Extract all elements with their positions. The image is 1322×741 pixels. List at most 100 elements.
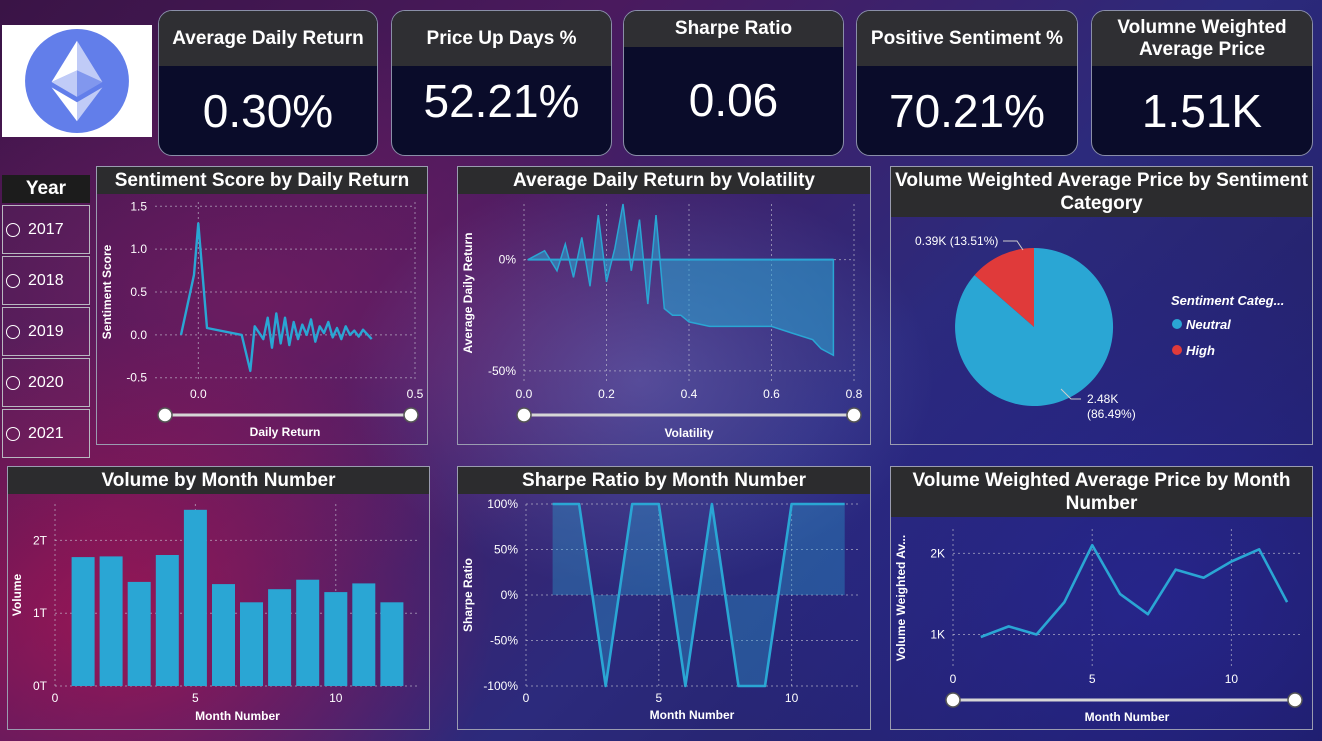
legend-marker-neutral: [1172, 319, 1182, 329]
range-slider-handle[interactable]: [516, 407, 532, 423]
panel-title: Volume Weighted Average Price by Sentime…: [891, 167, 1312, 217]
series-line: [179, 222, 373, 373]
slicer-item-label: 2020: [28, 373, 64, 391]
x-axis-title: Month Number: [1085, 710, 1170, 724]
x-axis-title: Daily Return: [250, 425, 321, 439]
range-slider-handle[interactable]: [403, 407, 419, 423]
bar-month-5: [183, 509, 207, 686]
x-tick-label: 0.0: [190, 387, 207, 401]
pie-data-label: (86.49%): [1087, 407, 1136, 421]
bar-month-11: [352, 583, 376, 686]
y-tick-label: 1.0: [130, 242, 147, 256]
volatility-chart-panel[interactable]: Average Daily Return by Volatility 0.0 0.…: [457, 166, 871, 445]
radio-icon[interactable]: [6, 375, 20, 390]
radio-icon[interactable]: [6, 324, 20, 339]
y-tick-label: -50%: [490, 634, 518, 648]
kpi-card-vwap[interactable]: Volumne Weighted Average Price 1.51K: [1091, 10, 1313, 156]
x-tick-label: 5: [655, 691, 662, 705]
slicer-item-2018[interactable]: 2018: [2, 256, 90, 305]
bar-month-9: [296, 579, 320, 686]
slicer-item-2021[interactable]: 2021: [2, 409, 90, 458]
x-tick-label: 5: [1089, 672, 1096, 686]
y-tick-label: 50%: [494, 543, 518, 557]
vwap-pie-chart: 0.39K (13.51%) 2.48K(86.49%) Sentiment Cat…: [915, 234, 1284, 421]
radio-icon[interactable]: [6, 222, 20, 237]
y-axis-title: Sentiment Score: [100, 244, 114, 339]
volatility-chart: 0.0 0.2 0.4 0.6 0.8 0% -50% Volatility Average D…: [461, 203, 863, 440]
y-tick-label: 1T: [33, 606, 48, 620]
slicer-item-2019[interactable]: 2019: [2, 307, 90, 356]
pie-data-label: 0.39K (13.51%): [915, 234, 998, 248]
bar-month-1: [71, 557, 95, 686]
x-tick-label: 0.6: [763, 387, 780, 401]
volume-chart-panel[interactable]: Volume by Month Number 0 5 10 2T 1T 0T Month N…: [7, 466, 430, 730]
bar-month-4: [155, 555, 179, 686]
kpi-title: Positive Sentiment %: [857, 11, 1077, 66]
bar-month-12: [380, 602, 404, 686]
sentiment-chart-panel[interactable]: Sentiment Score by Daily Return 0.0 0.5 1.…: [96, 166, 428, 445]
slicer-item-2017[interactable]: 2017: [2, 205, 90, 254]
kpi-card-price-up-days[interactable]: Price Up Days % 52.21%: [391, 10, 612, 156]
bar-month-8: [268, 589, 292, 686]
y-tick-label: -50%: [488, 364, 516, 378]
y-tick-label: 0.0: [130, 328, 147, 342]
sharpe-chart-panel[interactable]: Sharpe Ratio by Month Number 0 5 10 100% 50%…: [457, 466, 871, 730]
y-tick-label: 0%: [501, 588, 519, 602]
kpi-card-average-daily-return[interactable]: Average Daily Return 0.30%: [158, 10, 378, 156]
bar-month-7: [240, 602, 263, 686]
y-tick-label: 1.5: [130, 199, 147, 213]
x-tick-label: 0: [52, 691, 59, 705]
y-tick-label: 0%: [499, 253, 517, 267]
vwap-line-chart: 0 5 10 2K 1K Month Number Volume Weighted Av..…: [894, 529, 1303, 724]
panel-title: Sharpe Ratio by Month Number: [458, 467, 870, 494]
x-tick-label: 0.0: [516, 387, 533, 401]
panel-title: Sentiment Score by Daily Return: [97, 167, 427, 194]
kpi-title: Price Up Days %: [392, 11, 611, 66]
pie-data-label: 2.48K: [1087, 392, 1118, 406]
y-tick-label: 2T: [33, 533, 48, 547]
slicer-item-2020[interactable]: 2020: [2, 358, 90, 407]
slicer-item-label: 2017: [28, 220, 64, 238]
year-slicer: Year 2017 2018 2019 2020 2021: [2, 175, 90, 458]
x-axis-title: Month Number: [195, 709, 280, 723]
label-leader-line: [1003, 240, 1024, 251]
range-slider-handle[interactable]: [846, 407, 862, 423]
y-axis-title: Volume: [10, 573, 24, 616]
kpi-value: 1.51K: [1141, 85, 1263, 137]
kpi-card-sharpe-ratio[interactable]: Sharpe Ratio 0.06: [623, 10, 844, 156]
y-tick-label: 0T: [33, 679, 48, 693]
panel-title: Average Daily Return by Volatility: [458, 167, 870, 194]
x-tick-label: 0: [523, 691, 530, 705]
slicer-item-label: 2018: [28, 271, 64, 289]
y-axis-title: Sharpe Ratio: [461, 558, 475, 632]
x-tick-label: 0: [950, 672, 957, 686]
series-area: [527, 203, 835, 357]
kpi-card-positive-sentiment[interactable]: Positive Sentiment % 70.21%: [856, 10, 1078, 156]
kpi-title: Average Daily Return: [159, 11, 377, 66]
y-tick-label: -100%: [483, 679, 518, 693]
ethereum-icon: [25, 29, 129, 133]
kpi-title: Volumne Weighted Average Price: [1092, 11, 1312, 66]
volume-chart: 0 5 10 2T 1T 0T Month Number Volume: [10, 504, 420, 723]
y-tick-label: 2K: [930, 546, 945, 560]
legend-title: Sentiment Categ...: [1171, 293, 1284, 308]
x-tick-label: 0.2: [598, 387, 615, 401]
range-slider-handle[interactable]: [157, 407, 173, 423]
kpi-value: 52.21%: [423, 75, 580, 127]
range-slider-handle[interactable]: [1287, 692, 1303, 708]
vwap-pie-panel[interactable]: Volume Weighted Average Price by Sentime…: [890, 166, 1313, 445]
panel-title: Volume by Month Number: [8, 467, 429, 494]
kpi-title: Sharpe Ratio: [624, 11, 843, 47]
range-slider-handle[interactable]: [945, 692, 961, 708]
bar-month-2: [99, 556, 123, 686]
slicer-item-label: 2021: [28, 424, 64, 442]
sharpe-chart: 0 5 10 100% 50% 0% -50% -100% Month Number Sharpe…: [461, 497, 858, 722]
radio-icon[interactable]: [6, 273, 20, 288]
vwap-line-panel[interactable]: Volume Weighted Average Price by Month N…: [890, 466, 1313, 730]
y-axis-title: Volume Weighted Av...: [894, 535, 908, 661]
y-tick-label: 1K: [930, 628, 945, 642]
kpi-value: 70.21%: [888, 85, 1045, 137]
y-tick-label: 100%: [487, 497, 518, 511]
slicer-title: Year: [2, 175, 90, 203]
radio-icon[interactable]: [6, 426, 20, 441]
